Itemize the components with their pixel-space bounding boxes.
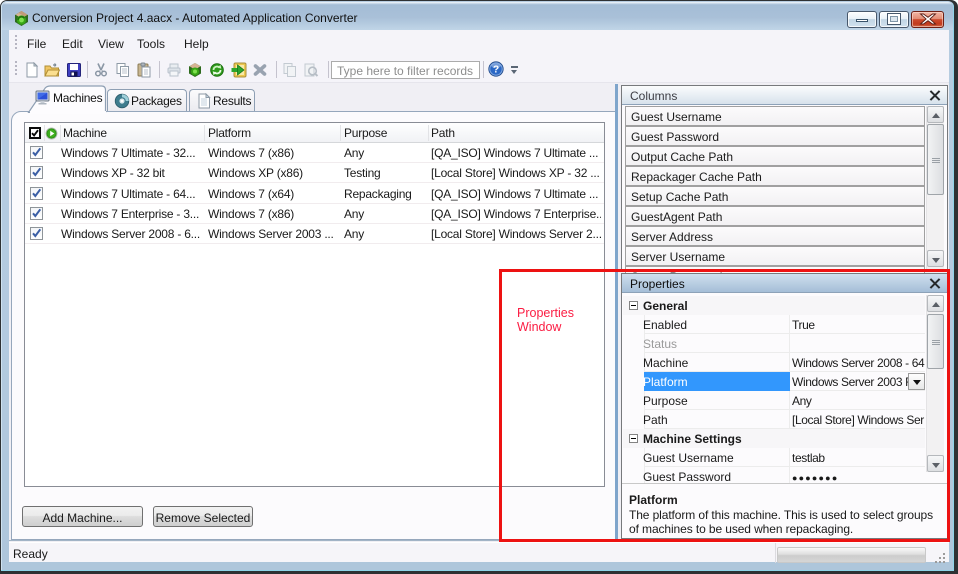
svg-text:?: ? xyxy=(493,64,499,75)
